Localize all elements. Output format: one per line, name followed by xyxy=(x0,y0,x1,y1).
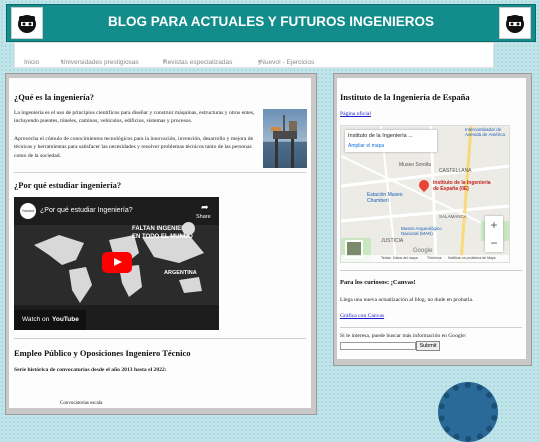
map-pin-label-line: de España (IIE) xyxy=(433,186,469,192)
video-channel-avatar: Youtubot xyxy=(20,203,36,219)
blog-header: BLOG PARA ACTUALES Y FUTUROS INGENIEROS xyxy=(6,4,536,42)
youtube-logo-icon: YouTube xyxy=(52,316,79,323)
terms-link[interactable]: Términos xyxy=(427,256,442,260)
map-label: Museo Arqueológico Nacional (MAN) xyxy=(401,226,442,236)
submit-button[interactable]: Submit xyxy=(416,341,440,351)
divider xyxy=(340,270,522,271)
search-label: Si le interesa, puede buscar más informa… xyxy=(340,333,467,339)
map-pin-label: Instituto de la Ingeniería de España (II… xyxy=(433,180,491,192)
google-logo: Google xyxy=(413,248,433,254)
subtitle: Serie histórica de convocatorias desde e… xyxy=(14,367,167,373)
google-map-embed[interactable]: Instituto de la Ingeniería ... Ampliar e… xyxy=(340,125,510,263)
map-data-label: Datos del mapa xyxy=(393,256,418,260)
share-icon[interactable]: ➦ xyxy=(201,202,211,212)
share-button[interactable]: Share xyxy=(196,214,211,220)
google-search-input[interactable] xyxy=(340,342,416,350)
map-label: SALAMANCA xyxy=(439,214,467,219)
divider xyxy=(340,327,522,328)
map-place-name: Instituto de la Ingeniería ... xyxy=(348,133,413,139)
zoom-in-button[interactable]: + xyxy=(485,216,503,234)
video-title[interactable]: ¿Por qué estudiar Ingeniería? xyxy=(40,207,133,214)
divider xyxy=(14,172,306,173)
canvas-chart-link[interactable]: Gráfica con Canvas xyxy=(340,312,384,320)
paragraph: La ingeniería es el uso de principios ci… xyxy=(14,110,255,125)
play-button-icon[interactable] xyxy=(102,252,132,273)
blog-title: BLOG PARA ACTUALES Y FUTUROS INGENIEROS xyxy=(107,14,435,29)
watch-on-label: Watch on xyxy=(22,316,50,323)
oil-platform-image xyxy=(263,109,307,168)
map-label: CASTELLANA xyxy=(439,168,472,174)
map-label: Intercambiador de Avenida de América xyxy=(465,127,505,137)
chevron-down-icon: ▾ xyxy=(61,59,64,65)
sidebar-title: Para los curiosos: ¡Canvas! xyxy=(340,279,416,286)
engineer-helmet-icon xyxy=(182,222,195,235)
paragraph: Aprovecha el cúmulo de conocimientos tec… xyxy=(14,136,254,159)
chevron-down-icon: ▾ xyxy=(258,59,261,65)
chevron-down-icon: ▾ xyxy=(163,59,166,65)
section-title: Empleo Público y Oposiciones Ingeniero T… xyxy=(14,348,191,358)
keyboard-shortcuts-link[interactable]: Teclas xyxy=(381,256,391,260)
section-title: ¿Por qué estudiar ingeniería? xyxy=(14,180,122,190)
map-label: Museo Sorolla xyxy=(399,162,431,168)
enlarge-map-link[interactable]: Ampliar el mapa xyxy=(348,143,384,149)
youtube-video-embed[interactable]: Youtubot ¿Por qué estudiar Ingeniería? ➦… xyxy=(14,197,219,330)
watch-on-youtube-button[interactable]: Watch on YouTube xyxy=(14,310,86,330)
engineer-logo-icon xyxy=(499,7,531,39)
section-title: ¿Qué es la ingeniería? xyxy=(14,92,95,102)
zoom-out-button[interactable]: − xyxy=(485,234,503,252)
zoom-control: + − xyxy=(485,216,503,252)
map-label: Estación Museo Chamberí xyxy=(367,192,403,204)
map-label: JUSTICIA xyxy=(381,238,404,244)
country-label: ARGENTINA xyxy=(164,270,197,276)
chart-title: Convocatorias escala xyxy=(60,401,103,406)
main-nav: Inicio Universidades prestigiosas ▾ Revi… xyxy=(14,42,494,68)
gear-decoration-icon xyxy=(438,382,498,442)
map-footer: Teclas Datos del mapa Términos Notificar… xyxy=(341,255,509,262)
sidebar-title: Instituto de la Ingeniería de España xyxy=(340,92,470,102)
report-problem-link[interactable]: Notificar un problema de Maps xyxy=(448,256,496,260)
divider xyxy=(14,338,306,339)
official-page-link[interactable]: Página oficial xyxy=(340,110,371,118)
sidebar-text: Llega una nueva actualización al blog, n… xyxy=(340,297,474,303)
map-place-card: Instituto de la Ingeniería ... Ampliar e… xyxy=(345,130,437,152)
